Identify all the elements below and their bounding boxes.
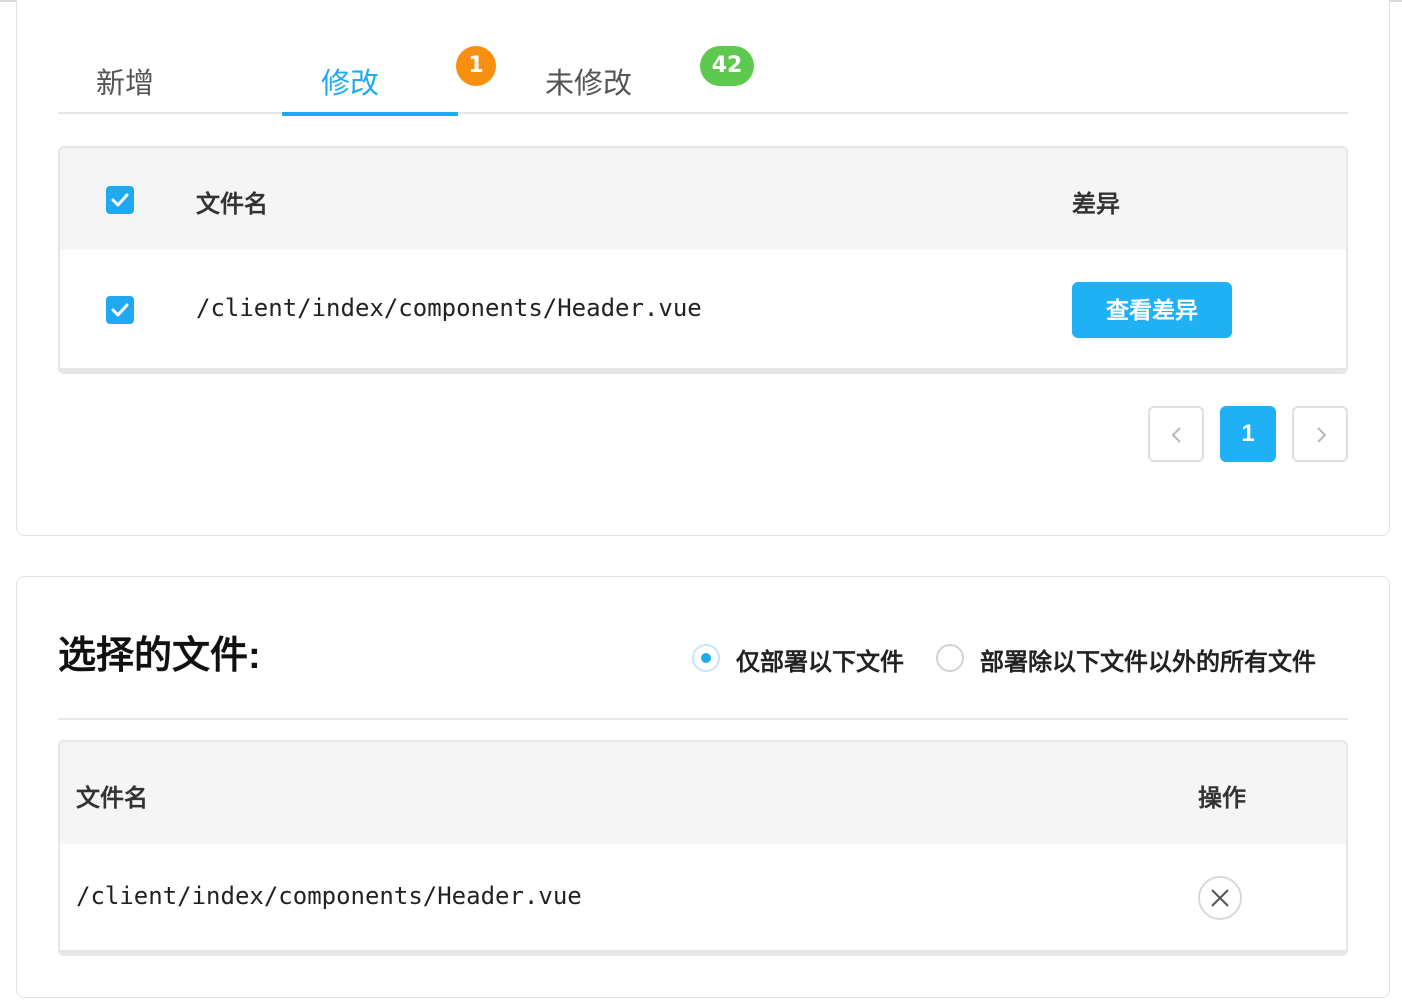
table-header: 文件名 差异: [60, 148, 1346, 250]
select-all-checkbox[interactable]: [106, 186, 134, 214]
chevron-right-icon: [1317, 427, 1327, 443]
tab-modified-label: 修改: [321, 68, 380, 100]
deploy-only-listed-label: 仅部署以下文件: [736, 649, 904, 676]
file-path: /client/index/components/Header.vue: [76, 882, 582, 910]
table-bottom-border: [60, 950, 1346, 954]
changed-files-table: 文件名 差异 /client/index/components/Header.v…: [58, 146, 1348, 374]
tab-unmodified[interactable]: 未修改 42: [498, 40, 754, 114]
close-icon: [1211, 889, 1229, 907]
table-header: 文件名 操作: [60, 742, 1346, 844]
deploy-only-listed-option[interactable]: 仅部署以下文件: [692, 640, 912, 676]
active-tab-indicator: [282, 112, 458, 116]
column-header-filename: 文件名: [196, 191, 268, 218]
deploy-only-listed-radio[interactable]: [692, 644, 720, 672]
remove-file-button[interactable]: [1198, 876, 1242, 920]
selected-files-title: 选择的文件:: [58, 635, 261, 677]
view-diff-button[interactable]: 查看差异: [1072, 282, 1232, 338]
modified-count-badge: 1: [456, 46, 496, 86]
column-header-actions: 操作: [1198, 785, 1246, 812]
table-bottom-border: [60, 368, 1346, 372]
file-path: /client/index/components/Header.vue: [196, 294, 702, 322]
tab-unmodified-label: 未修改: [545, 68, 633, 100]
deploy-all-except-listed-label: 部署除以下文件以外的所有文件: [980, 649, 1316, 676]
check-icon: [111, 303, 129, 317]
pagination-next-button[interactable]: [1292, 406, 1348, 462]
unmodified-count-badge: 42: [700, 46, 754, 86]
section-divider: [58, 718, 1348, 720]
deploy-all-except-listed-radio[interactable]: [936, 644, 964, 672]
tab-new[interactable]: 新增: [58, 40, 238, 114]
pagination-prev-button[interactable]: [1148, 406, 1204, 462]
tab-new-label: 新增: [96, 68, 155, 100]
selected-files-table: 文件名 操作 /client/index/components/Header.v…: [58, 740, 1348, 956]
change-tabs: 新增 修改 1 未修改 42: [58, 40, 1348, 116]
pagination-page-1[interactable]: 1: [1220, 406, 1276, 462]
tab-modified[interactable]: 修改 1: [282, 40, 496, 116]
row-checkbox[interactable]: [106, 296, 134, 324]
check-icon: [111, 193, 129, 207]
column-header-filename: 文件名: [76, 785, 148, 812]
column-header-diff: 差异: [1072, 191, 1120, 218]
deploy-all-except-listed-option[interactable]: 部署除以下文件以外的所有文件: [936, 640, 1336, 676]
chevron-left-icon: [1171, 427, 1181, 443]
